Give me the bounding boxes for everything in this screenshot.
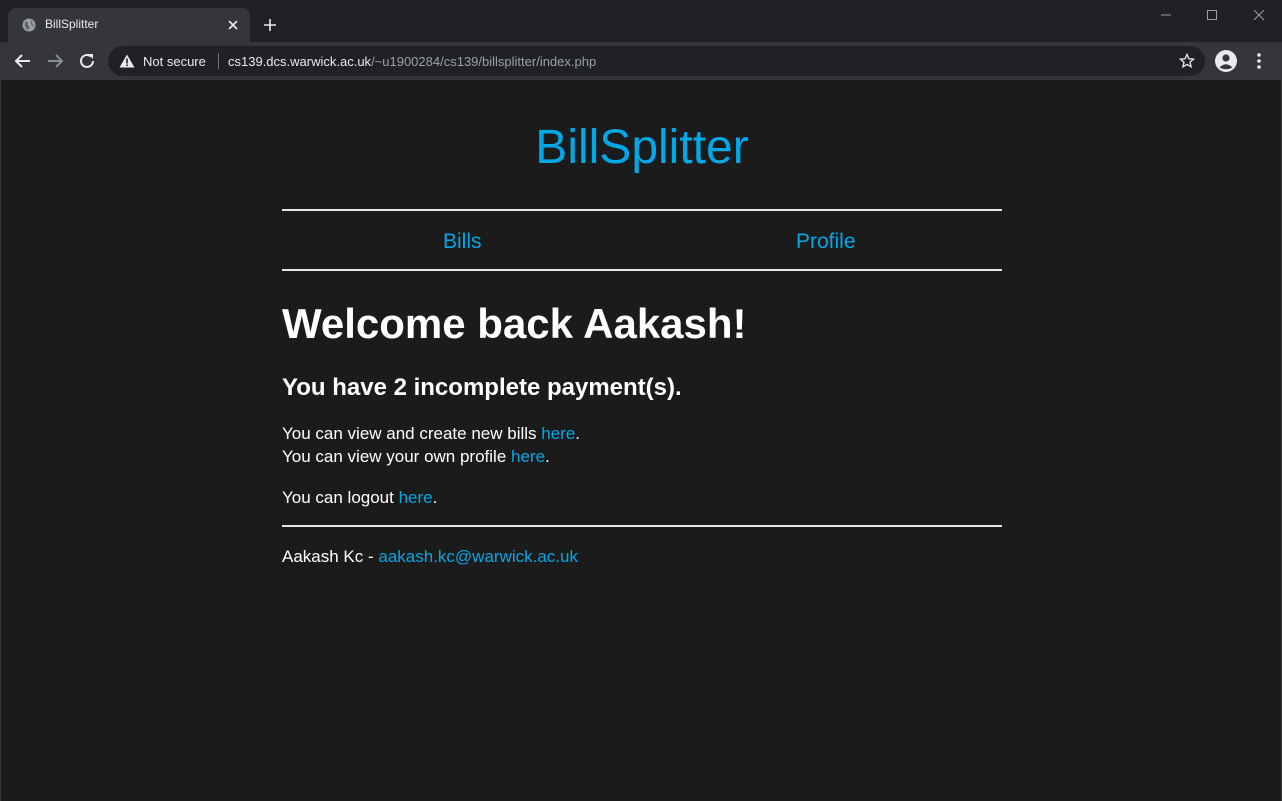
minimize-icon [1161, 14, 1171, 16]
maximize-button[interactable] [1189, 0, 1235, 30]
bills-info-text: You can view and create new bills [282, 424, 542, 443]
account-icon[interactable] [1215, 50, 1237, 72]
profile-here-link[interactable]: here [511, 447, 545, 466]
window-close-button[interactable] [1236, 0, 1282, 30]
warning-icon[interactable] [119, 54, 135, 68]
logout-info-period: . [432, 488, 438, 507]
footer: Aakash Kc - aakash.kc@warwick.ac.uk [282, 546, 578, 568]
divider-top [282, 209, 1002, 211]
star-icon[interactable] [1179, 53, 1195, 69]
arrow-left-icon[interactable] [13, 51, 33, 71]
arrow-right-icon[interactable] [45, 51, 65, 71]
url-path: /~u1900284/cs139/billsplitter/index.php [371, 54, 597, 69]
reload-icon[interactable] [77, 51, 97, 71]
omnibox-divider [218, 53, 219, 69]
tab-billsplitter[interactable]: BillSplitter [8, 8, 250, 42]
payments-notice: You have 2 incomplete payment(s). [282, 374, 682, 401]
address-bar[interactable]: Not secure cs139.dcs.warwick.ac.uk/~u190… [108, 46, 1205, 76]
maximize-icon [1207, 10, 1217, 20]
close-icon [1254, 10, 1264, 20]
tab-strip: BillSplitter [0, 0, 1282, 42]
profile-info-period: . [545, 447, 550, 466]
logout-info: You can logout here. [282, 487, 437, 509]
close-icon[interactable] [226, 18, 240, 32]
plus-icon[interactable] [261, 16, 279, 34]
logout-info-text: You can logout [282, 488, 399, 507]
browser-window: BillSplitter Not secure cs139.dcs.warwic… [0, 0, 1282, 801]
browser-toolbar: Not secure cs139.dcs.warwick.ac.uk/~u190… [0, 42, 1282, 80]
globe-icon [22, 18, 36, 32]
bills-info: You can view and create new bills here. [282, 423, 580, 445]
divider-footer [282, 525, 1002, 527]
security-label[interactable]: Not secure [143, 54, 206, 69]
kebab-menu-icon[interactable] [1251, 52, 1267, 70]
bills-info-period: . [575, 424, 581, 443]
nav-profile-link[interactable]: Profile [796, 229, 856, 255]
tab-title: BillSplitter [45, 17, 99, 31]
footer-name: Aakash Kc - [282, 547, 379, 566]
nav-bills-link[interactable]: Bills [443, 229, 482, 255]
url-host: cs139.dcs.warwick.ac.uk [228, 54, 372, 69]
site-title: BillSplitter [535, 121, 749, 174]
page-viewport: BillSplitter Bills Profile Welcome back … [0, 80, 1282, 801]
profile-info-text: You can view your own profile [282, 447, 512, 466]
divider-nav [282, 269, 1002, 271]
welcome-heading: Welcome back Aakash! [282, 300, 747, 347]
minimize-button[interactable] [1143, 0, 1189, 30]
bills-here-link[interactable]: here [541, 424, 575, 443]
logout-here-link[interactable]: here [399, 488, 433, 507]
url-text[interactable]: cs139.dcs.warwick.ac.uk/~u1900284/cs139/… [228, 54, 596, 69]
profile-info: You can view your own profile here. [282, 446, 550, 468]
footer-email-link[interactable]: aakash.kc@warwick.ac.uk [378, 547, 578, 566]
